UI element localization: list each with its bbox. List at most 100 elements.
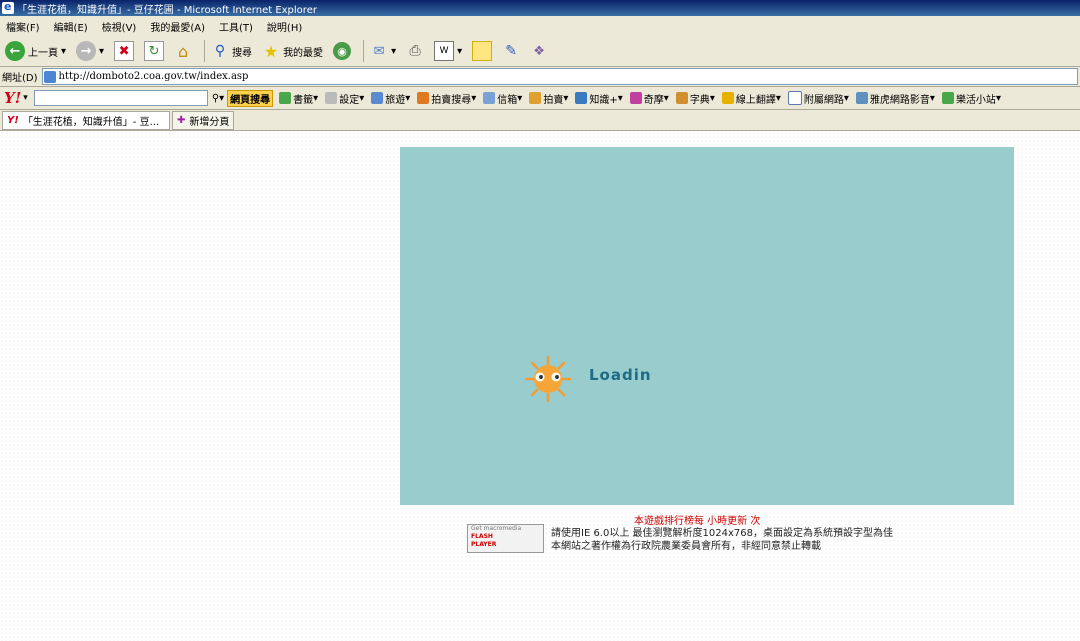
favorites-label: 我的最愛: [283, 47, 324, 59]
standard-toolbar: ← 上一頁 ▾ → ▾ ✖ ↻ ⌂ ⚲ 搜尋 ★ 我的最愛 ◉ ✉ ▾ ⎙ W …: [0, 36, 1080, 67]
new-tab-button[interactable]: ✚ 新增分頁: [172, 110, 235, 130]
address-label: 網址(D): [2, 73, 38, 84]
mail-icon: ✉: [373, 43, 385, 59]
tab-label: 「生涯花植，知識升值」- 豆...: [22, 116, 160, 128]
auction-icon: [529, 92, 542, 104]
menu-bar: 檔案(F) 編輯(E) 檢視(V) 我的最愛(A) 工具(T) 說明(H): [0, 16, 1080, 37]
edit-button[interactable]: W ▾: [432, 39, 464, 63]
yahoo-item-travel[interactable]: 旅遊 ▾: [371, 91, 410, 106]
note-icon: [472, 41, 493, 61]
settings-icon: [325, 92, 338, 104]
sun-mascot-icon: [524, 355, 572, 403]
forward-button[interactable]: → ▾: [74, 39, 106, 63]
knowledge-icon: [575, 92, 588, 104]
messenger-button[interactable]: ✎: [500, 39, 522, 63]
auction-search-icon: [417, 92, 430, 104]
mail-dropdown-icon[interactable]: ▾: [391, 46, 396, 57]
yahoo-search-input[interactable]: [33, 90, 208, 106]
footer-browser-note: 請使用IE 6.0以上 最佳瀏覽解析度1024x768，桌面設定為系統預設字型為…: [551, 528, 893, 539]
yahoo-item-settings[interactable]: 設定 ▾: [325, 91, 364, 106]
loading-text: Loadin: [589, 366, 652, 384]
page-icon: [43, 70, 56, 83]
star-icon: ★: [263, 41, 279, 61]
yahoo-logo[interactable]: Y!: [4, 89, 21, 107]
toolbar-separator: [363, 40, 365, 62]
address-url: http://domboto2.coa.gov.tw/index.asp: [58, 71, 249, 82]
edit-dropdown-icon[interactable]: ▾: [457, 46, 462, 57]
footer-copyright: 本網站之著作權為行政院農業委員會所有，非經同意禁止轉載: [551, 541, 821, 552]
yahoo-item-auction[interactable]: 拍賣 ▾: [529, 91, 568, 106]
dictionary-icon: [675, 92, 688, 104]
yahoo-item-lifestyle[interactable]: 樂活小站 ▾: [941, 91, 1001, 106]
forward-dropdown-icon[interactable]: ▾: [99, 46, 104, 57]
address-input[interactable]: http://domboto2.coa.gov.tw/index.asp: [41, 68, 1078, 85]
flash-badge-line1: Get macromedia: [471, 525, 522, 532]
back-dropdown-icon[interactable]: ▾: [61, 46, 66, 57]
yahoo-item-auction-search[interactable]: 拍賣搜尋 ▾: [417, 91, 476, 106]
yahoo-search-magnifier-icon[interactable]: ⚲▾: [212, 93, 224, 104]
print-button[interactable]: ⎙: [404, 39, 426, 63]
yahoo-item-video[interactable]: 雅虎網路影音 ▾: [855, 91, 935, 106]
media-icon: ◉: [333, 42, 352, 60]
forward-arrow-icon: →: [76, 41, 97, 61]
travel-icon: [371, 92, 384, 104]
yahoo-tab-icon: Y!: [7, 114, 19, 126]
media-button[interactable]: ◉: [331, 39, 353, 63]
mail-icon: [483, 92, 496, 104]
stop-icon: ✖: [114, 41, 135, 61]
home-button[interactable]: ⌂: [172, 39, 194, 63]
menu-edit[interactable]: 編輯(E): [54, 19, 88, 34]
discuss-button[interactable]: [470, 39, 494, 63]
yahoo-item-bookmarks[interactable]: 書籤 ▾: [279, 91, 318, 106]
site-footer: 請使用IE 6.0以上 最佳瀏覽解析度1024x768，桌面設定為系統預設字型為…: [551, 527, 893, 553]
yahoo-item-translate[interactable]: 線上翻譯 ▾: [721, 91, 781, 106]
plus-icon: ✚: [177, 114, 186, 126]
yahoo-item-kimo[interactable]: 奇摩 ▾: [629, 91, 669, 106]
refresh-button[interactable]: ↻: [142, 39, 166, 63]
menu-file[interactable]: 檔案(F): [6, 19, 40, 34]
yahoo-web-search-button[interactable]: 網頁搜尋: [227, 89, 274, 107]
menu-view[interactable]: 檢視(V): [102, 19, 137, 34]
yahoo-toolbar: Y! ▾ ⚲▾ 網頁搜尋 書籤 ▾ 設定 ▾ 旅遊 ▾ 拍賣搜尋 ▾ 信箱 ▾ 拍賣 ▾ 知…: [0, 87, 1080, 110]
translate-icon: [721, 92, 734, 104]
network-icon: [787, 91, 802, 105]
search-label: 搜尋: [232, 47, 253, 59]
back-arrow-icon: ←: [5, 41, 25, 61]
yahoo-item-dictionary[interactable]: 字典 ▾: [675, 91, 715, 106]
back-button[interactable]: ← 上一頁 ▾: [0, 39, 68, 63]
menu-tools[interactable]: 工具(T): [219, 19, 253, 34]
title-bar: 「生涯花植，知識升值」- 豆仔花圃 - Microsoft Internet E…: [0, 0, 1080, 16]
menu-help[interactable]: 說明(H): [267, 19, 302, 34]
lifestyle-icon: [941, 92, 954, 104]
yahoo-menu-dropdown-icon[interactable]: ▾: [23, 93, 28, 103]
stop-button[interactable]: ✖: [112, 39, 136, 63]
toolbar-separator: [204, 40, 206, 62]
pen-icon: ✎: [505, 43, 517, 59]
search-button[interactable]: ⚲ 搜尋: [209, 39, 254, 63]
tab-current-page[interactable]: Y! 「生涯花植，知識升值」- 豆...: [2, 110, 170, 130]
mail-button[interactable]: ✉ ▾: [368, 39, 398, 63]
printer-icon: ⎙: [409, 43, 421, 59]
flash-badge-line3: PLAYER: [471, 541, 497, 548]
research-button[interactable]: ❖: [528, 39, 550, 63]
yahoo-item-knowledge[interactable]: 知識+ ▾: [575, 91, 623, 106]
favorites-button[interactable]: ★ 我的最愛: [260, 39, 325, 63]
ie-icon: [2, 0, 14, 14]
refresh-icon: ↻: [144, 41, 165, 61]
tab-bar: Y! 「生涯花植，知識升值」- 豆... ✚ 新增分頁: [0, 110, 1080, 131]
kimo-icon: [629, 92, 642, 104]
new-tab-label: 新增分頁: [189, 116, 230, 128]
address-bar: 網址(D) http://domboto2.coa.gov.tw/index.a…: [0, 67, 1080, 87]
yahoo-item-network[interactable]: 附屬網路 ▾: [787, 91, 849, 106]
ranking-notice: 本遊戲排行榜每 小時更新 次: [634, 516, 761, 527]
magnifier-icon: ⚲: [214, 43, 226, 59]
video-icon: [855, 92, 868, 104]
page-content: Loadin 本遊戲排行榜每 小時更新 次 Get macromedia FLA…: [0, 131, 1080, 641]
flash-game-area[interactable]: Loadin: [400, 147, 1014, 505]
bookmark-icon: [279, 92, 292, 104]
research-icon: ❖: [533, 43, 545, 59]
yahoo-item-mail[interactable]: 信箱 ▾: [483, 91, 522, 106]
get-flash-player-badge[interactable]: Get macromedia FLASH PLAYER: [467, 524, 544, 553]
flash-badge-line2: FLASH: [471, 533, 493, 540]
menu-favorites[interactable]: 我的最愛(A): [150, 19, 205, 34]
